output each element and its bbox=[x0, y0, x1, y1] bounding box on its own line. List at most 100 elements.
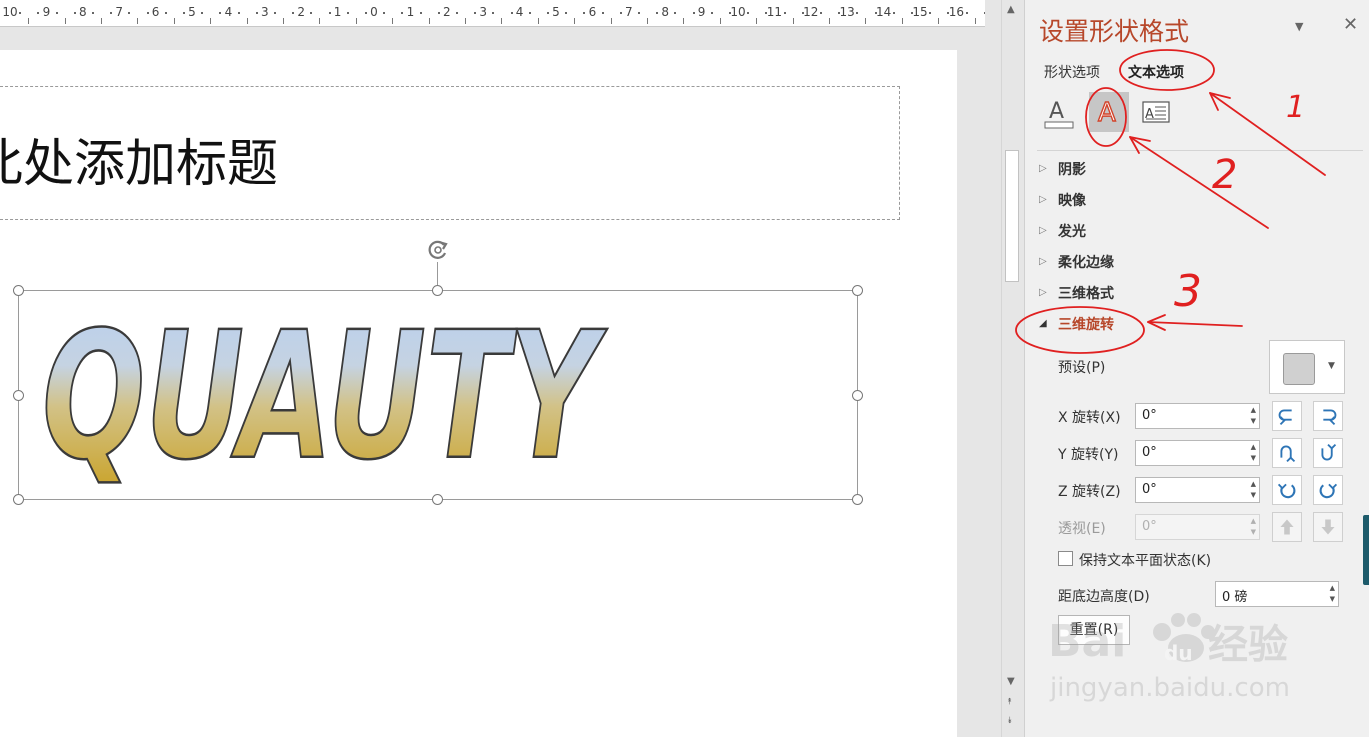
ruler-minor-tick bbox=[219, 12, 222, 14]
ruler-minor-tick bbox=[401, 12, 404, 14]
ruler-tick-label: 11 bbox=[766, 5, 783, 19]
ruler-minor-tick bbox=[546, 12, 549, 14]
horizontal-ruler: 10 9 8 7 6 5 4 3 2 1 0 1 2 3 4 5 6 7 8 9 10 11 12 13 14 15 16 bbox=[0, 0, 985, 27]
distance-from-ground-spinner[interactable]: 0 磅 ▲ ▼ bbox=[1215, 581, 1339, 607]
z-rotation-spinner[interactable]: 0° ▲ ▼ bbox=[1135, 477, 1260, 503]
spinner-arrows-icon[interactable]: ▲ ▼ bbox=[1251, 479, 1256, 501]
chevron-down-icon: ▼ bbox=[1328, 361, 1335, 371]
resize-handle-bottom[interactable] bbox=[432, 494, 443, 505]
section-reflection[interactable]: ▷ 映像 bbox=[1039, 188, 1319, 212]
ruler-tick-label: 2 bbox=[442, 5, 451, 19]
pane-divider bbox=[1037, 150, 1363, 151]
ruler-minor-tick bbox=[619, 12, 622, 14]
title-placeholder-text[interactable]: 此处添加标题 bbox=[0, 122, 278, 196]
resize-handle-top[interactable] bbox=[432, 285, 443, 296]
resize-handle-bottom-left[interactable] bbox=[13, 494, 24, 505]
ruler-minor-tick bbox=[528, 12, 531, 14]
expand-triangle-icon: ▷ bbox=[1039, 194, 1047, 205]
ruler-minor-tick bbox=[692, 12, 695, 14]
ruler-minor-tick bbox=[637, 12, 640, 14]
previous-slide-icon[interactable]: ⯭ bbox=[1007, 697, 1012, 707]
format-shape-pane: 设置形状格式 ▼ ✕ 形状选项 文本选项 A A A ▷ 阴影 ▷ 映像 ▷ 发光 ▷… bbox=[1024, 0, 1369, 737]
ruler-minor-tick bbox=[255, 12, 258, 14]
ruler-minor-tick bbox=[101, 18, 102, 24]
resize-handle-top-right[interactable] bbox=[852, 285, 863, 296]
scroll-up-icon[interactable]: ▲ bbox=[1007, 4, 1015, 15]
ruler-minor-tick bbox=[355, 18, 357, 24]
section-3d-rotation[interactable]: ◢ 三维旋转 bbox=[1039, 312, 1319, 336]
rotate-handle-icon[interactable] bbox=[424, 236, 452, 264]
rotate-right-icon[interactable] bbox=[1313, 401, 1343, 431]
ruler-minor-tick bbox=[455, 12, 458, 14]
ruler-minor-tick bbox=[674, 12, 677, 14]
spinner-arrows-icon[interactable]: ▲ ▼ bbox=[1251, 405, 1256, 427]
resize-handle-left[interactable] bbox=[13, 390, 24, 401]
spinner-arrows-icon[interactable]: ▲ ▼ bbox=[1330, 583, 1335, 605]
ruler-minor-tick bbox=[19, 12, 22, 14]
preset-dropdown[interactable]: ▼ bbox=[1269, 340, 1345, 394]
tab-text-options[interactable]: 文本选项 bbox=[1128, 62, 1184, 82]
y-rotation-spinner[interactable]: 0° ▲ ▼ bbox=[1135, 440, 1260, 466]
resize-handle-bottom-right[interactable] bbox=[852, 494, 863, 505]
keep-text-flat-checkbox[interactable] bbox=[1058, 551, 1073, 566]
tab-shape-options[interactable]: 形状选项 bbox=[1044, 62, 1100, 82]
scrollbar-thumb[interactable] bbox=[1005, 150, 1019, 282]
pane-options-chevron-icon[interactable]: ▼ bbox=[1295, 20, 1303, 33]
ruler-minor-tick bbox=[792, 18, 794, 24]
ruler-tick-label: 5 bbox=[188, 5, 196, 19]
preset-swatch bbox=[1283, 353, 1315, 385]
ruler-minor-tick bbox=[319, 18, 321, 24]
wordart-text[interactable]: QUAUTY bbox=[34, 318, 634, 488]
reset-button[interactable]: 重置(R) bbox=[1058, 615, 1130, 645]
resize-handle-top-left[interactable] bbox=[13, 285, 24, 296]
ruler-minor-tick bbox=[474, 12, 477, 14]
ruler-minor-tick bbox=[273, 12, 276, 14]
ruler-minor-tick bbox=[28, 18, 30, 24]
ruler-minor-tick bbox=[510, 12, 513, 14]
resize-handle-right[interactable] bbox=[852, 390, 863, 401]
rotate-counterclockwise-icon[interactable] bbox=[1272, 475, 1302, 505]
ruler-tick-label: 13 bbox=[839, 5, 855, 19]
ruler-tick-label: 3 bbox=[479, 5, 488, 19]
slide[interactable]: 此处添加标题 QUAUTY bbox=[0, 50, 957, 737]
spinner-arrows-icon: ▲ ▼ bbox=[1250, 517, 1256, 536]
rotate-left-icon[interactable] bbox=[1272, 401, 1302, 431]
perspective-label: 透视(E) bbox=[1058, 521, 1106, 537]
ruler-minor-tick bbox=[719, 18, 721, 24]
ruler-minor-tick bbox=[892, 12, 895, 14]
text-fill-outline-icon[interactable]: A bbox=[1039, 92, 1079, 132]
next-slide-icon[interactable]: ⯯ bbox=[1007, 716, 1012, 726]
section-3d-format[interactable]: ▷ 三维格式 bbox=[1039, 281, 1319, 305]
ruler-minor-tick bbox=[91, 12, 94, 14]
ruler-minor-tick bbox=[656, 12, 659, 14]
ruler-minor-tick bbox=[237, 12, 240, 14]
section-glow[interactable]: ▷ 发光 bbox=[1039, 219, 1319, 243]
pane-title: 设置形状格式 bbox=[1039, 17, 1190, 46]
ruler-tick-label: 2 bbox=[297, 5, 306, 19]
ruler-tick-label: 15 bbox=[912, 5, 928, 19]
ruler-tick-label: 7 bbox=[624, 5, 633, 19]
rotate-clockwise-icon[interactable] bbox=[1313, 475, 1343, 505]
ruler-minor-tick bbox=[710, 12, 713, 14]
section-soft-edges[interactable]: ▷ 柔化边缘 bbox=[1039, 250, 1319, 274]
x-rotation-spinner[interactable]: 0° ▲ ▼ bbox=[1135, 403, 1260, 429]
slide-canvas[interactable]: 此处添加标题 QUAUTY bbox=[0, 27, 985, 737]
rotate-down-icon[interactable] bbox=[1313, 438, 1343, 468]
ruler-minor-tick bbox=[392, 18, 394, 24]
close-icon[interactable]: ✕ bbox=[1343, 14, 1358, 35]
text-effects-icon[interactable]: A bbox=[1089, 92, 1129, 132]
vertical-scrollbar[interactable]: ▲ ▼ ⯭ ⯯ bbox=[1001, 0, 1024, 737]
keep-text-flat-label: 保持文本平面状态(K) bbox=[1079, 553, 1212, 569]
rotate-up-icon[interactable] bbox=[1272, 438, 1302, 468]
ruler-tick-label: 0 bbox=[370, 5, 378, 19]
scroll-down-icon[interactable]: ▼ bbox=[1007, 676, 1015, 687]
distance-from-ground-label: 距底边高度(D) bbox=[1058, 589, 1150, 605]
textbox-icon[interactable]: A bbox=[1137, 92, 1177, 132]
section-shadow[interactable]: ▷ 阴影 bbox=[1039, 157, 1319, 181]
ruler-minor-tick bbox=[983, 12, 985, 14]
spinner-arrows-icon[interactable]: ▲ ▼ bbox=[1251, 442, 1256, 464]
ruler-minor-tick bbox=[537, 18, 539, 24]
ruler-tick-label: 16 bbox=[948, 5, 965, 19]
ruler-minor-tick bbox=[383, 12, 386, 14]
ruler-minor-tick bbox=[419, 12, 422, 14]
